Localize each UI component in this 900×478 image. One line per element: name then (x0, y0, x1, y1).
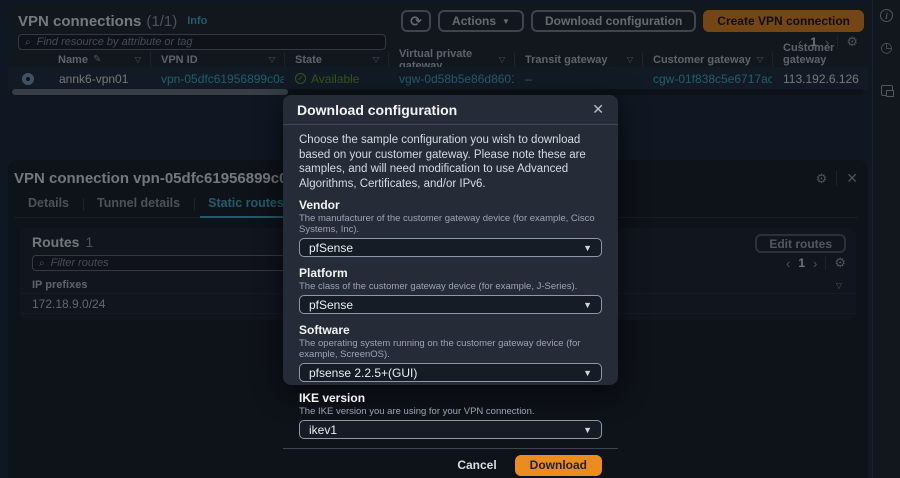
modal-header: Download configuration ✕ (283, 95, 618, 125)
chevron-down-icon: ▼ (583, 425, 592, 435)
platform-description: The class of the customer gateway device… (299, 281, 602, 292)
close-icon[interactable]: ✕ (592, 101, 604, 118)
ike-version-selected-value: ikev1 (309, 423, 337, 437)
download-button[interactable]: Download (515, 455, 602, 476)
modal-description: Choose the sample configuration you wish… (299, 133, 602, 191)
vpn-console-screen: VPN connections (1/1) Info ⟳ Actions▼ Do… (0, 0, 900, 478)
download-configuration-modal: Download configuration ✕ Choose the samp… (283, 95, 618, 385)
modal-title: Download configuration (297, 102, 457, 118)
cancel-button[interactable]: Cancel (457, 458, 496, 472)
modal-footer: Cancel Download (283, 448, 618, 478)
chevron-down-icon: ▼ (583, 300, 592, 310)
ike-version-field: IKE version The IKE version you are usin… (299, 391, 602, 439)
vendor-field: Vendor The manufacturer of the customer … (299, 198, 602, 257)
ike-version-label: IKE version (299, 391, 602, 405)
ike-version-description: The IKE version you are using for your V… (299, 406, 602, 417)
software-field: Software The operating system running on… (299, 323, 602, 382)
software-select[interactable]: pfsense 2.2.5+(GUI) ▼ (299, 363, 602, 382)
modal-body: Choose the sample configuration you wish… (283, 125, 618, 448)
platform-field: Platform The class of the customer gatew… (299, 266, 602, 314)
vendor-description: The manufacturer of the customer gateway… (299, 213, 602, 235)
software-label: Software (299, 323, 602, 337)
vendor-label: Vendor (299, 198, 602, 212)
chevron-down-icon: ▼ (583, 368, 592, 378)
vendor-selected-value: pfSense (309, 241, 353, 255)
chevron-down-icon: ▼ (583, 243, 592, 253)
ike-version-select[interactable]: ikev1 ▼ (299, 420, 602, 439)
platform-selected-value: pfSense (309, 298, 353, 312)
platform-select[interactable]: pfSense ▼ (299, 295, 602, 314)
software-description: The operating system running on the cust… (299, 338, 602, 360)
platform-label: Platform (299, 266, 602, 280)
software-selected-value: pfsense 2.2.5+(GUI) (309, 366, 417, 380)
vendor-select[interactable]: pfSense ▼ (299, 238, 602, 257)
